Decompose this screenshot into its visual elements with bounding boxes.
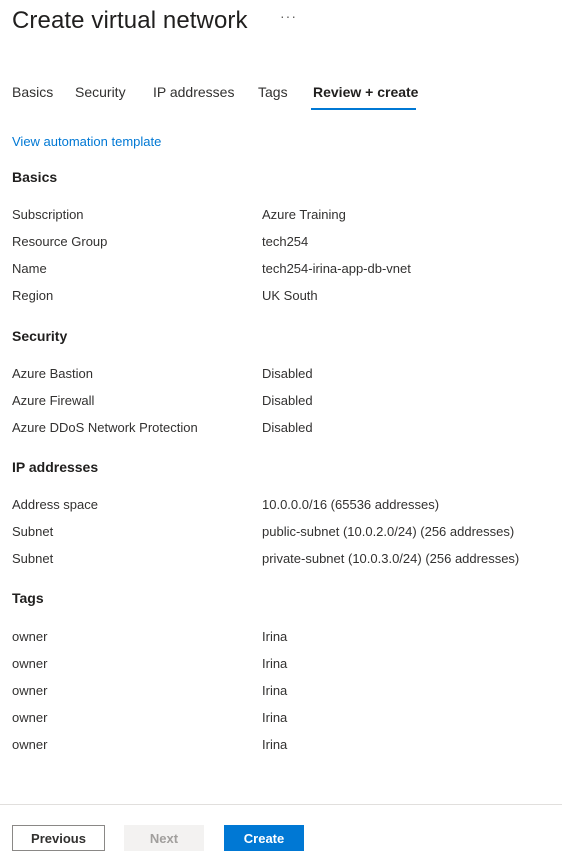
create-button[interactable]: Create bbox=[224, 825, 304, 851]
row-value: Irina bbox=[262, 683, 288, 698]
tab-security[interactable]: Security bbox=[75, 82, 126, 102]
row-value: 10.0.0.0/16 (65536 addresses) bbox=[262, 497, 440, 512]
row-value: private-subnet (10.0.3.0/24) (256 addres… bbox=[262, 551, 520, 566]
row-label: Azure Bastion bbox=[12, 366, 93, 381]
previous-button[interactable]: Previous bbox=[12, 825, 105, 851]
row-value: UK South bbox=[262, 288, 318, 303]
create-vnet-page: Create virtual network ··· Basics Securi… bbox=[0, 0, 562, 858]
row-label: Azure Firewall bbox=[12, 393, 95, 408]
section-title-security: Security bbox=[12, 328, 68, 344]
section-title-ip-addresses: IP addresses bbox=[12, 459, 99, 475]
row-value: Irina bbox=[262, 737, 288, 752]
row-value: tech254-irina-app-db-vnet bbox=[262, 261, 411, 276]
row-label: Name bbox=[12, 261, 47, 276]
row-label: owner bbox=[12, 656, 48, 671]
tab-tags[interactable]: Tags bbox=[258, 82, 288, 102]
page-title: Create virtual network bbox=[12, 7, 248, 34]
row-label: owner bbox=[12, 737, 48, 752]
row-label: owner bbox=[12, 683, 48, 698]
row-value: Azure Training bbox=[262, 207, 346, 222]
row-label: Subnet bbox=[12, 551, 54, 566]
more-options-icon[interactable]: ··· bbox=[280, 8, 297, 24]
row-value: tech254 bbox=[262, 234, 309, 249]
row-value: Disabled bbox=[262, 366, 313, 381]
row-value: public-subnet (10.0.2.0/24) (256 address… bbox=[262, 524, 515, 539]
row-label: Subnet bbox=[12, 524, 54, 539]
row-label: owner bbox=[12, 710, 48, 725]
row-value: Irina bbox=[262, 629, 288, 644]
active-tab-indicator bbox=[311, 108, 416, 110]
tab-basics[interactable]: Basics bbox=[12, 82, 53, 102]
row-label: Subscription bbox=[12, 207, 84, 222]
row-label: Resource Group bbox=[12, 234, 108, 249]
tab-ip-addresses[interactable]: IP addresses bbox=[153, 82, 234, 102]
view-automation-template-link[interactable]: View automation template bbox=[12, 133, 161, 151]
tab-review-create[interactable]: Review + create bbox=[313, 82, 418, 102]
row-label: Address space bbox=[12, 497, 98, 512]
footer-divider bbox=[0, 804, 562, 805]
row-label: Azure DDoS Network Protection bbox=[12, 420, 198, 435]
next-button[interactable]: Next bbox=[124, 825, 204, 851]
section-title-basics: Basics bbox=[12, 169, 58, 185]
section-title-tags: Tags bbox=[12, 590, 44, 606]
row-value: Disabled bbox=[262, 393, 313, 408]
row-label: owner bbox=[12, 629, 48, 644]
row-value: Irina bbox=[262, 656, 288, 671]
row-label: Region bbox=[12, 288, 54, 303]
row-value: Irina bbox=[262, 710, 288, 725]
row-value: Disabled bbox=[262, 420, 313, 435]
page-header: Create virtual network bbox=[12, 4, 248, 38]
